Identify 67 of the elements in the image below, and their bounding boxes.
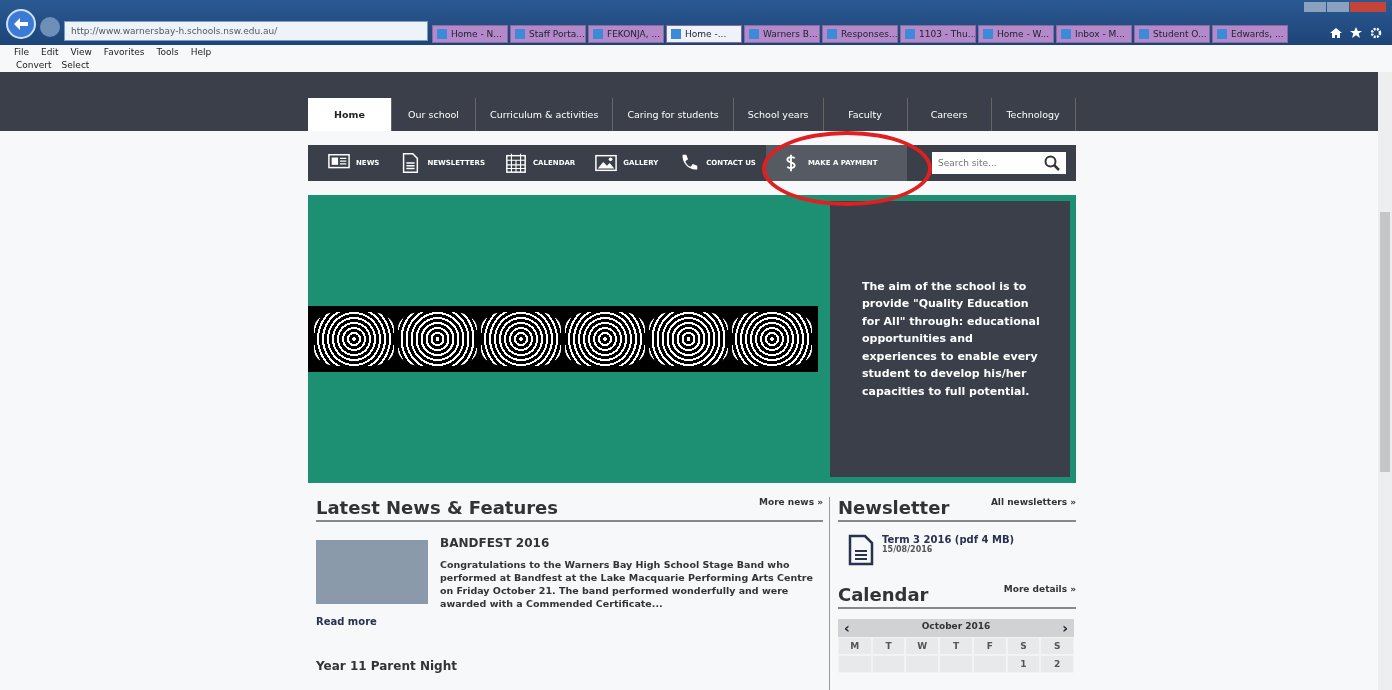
search-icon[interactable] [1044, 155, 1060, 171]
nav-tab[interactable]: Faculty [823, 98, 908, 131]
more-details-link[interactable]: More details » [1003, 584, 1076, 594]
browser-tab[interactable]: Student O... [1134, 25, 1210, 43]
weekday-label: S [1006, 637, 1041, 655]
section-title: Newsletter [838, 497, 950, 518]
forward-button[interactable] [40, 17, 60, 37]
nav-tab[interactable]: Curriculum & activities [476, 98, 614, 131]
browser-tab[interactable]: Home -... [666, 25, 742, 43]
settings-icon[interactable] [1370, 27, 1382, 39]
calendar-day[interactable]: 1 [1006, 655, 1041, 673]
nav-tab[interactable]: Caring for students [613, 98, 734, 131]
section-title: Calendar [838, 584, 929, 605]
gallery-icon [595, 152, 618, 174]
menu-item[interactable]: Help [190, 46, 212, 57]
news-title: Year 11 Parent Night [316, 659, 458, 673]
browser-tab[interactable]: Edwards, ... [1212, 25, 1288, 43]
browser-tab[interactable]: Warners B... [744, 25, 820, 43]
browser-tab[interactable]: FEKONJA, ... [588, 25, 664, 43]
newsletter-link[interactable]: Term 3 2016 (pdf 4 MB) [882, 534, 1015, 545]
scrollbar[interactable] [1378, 72, 1392, 690]
nav-tab[interactable]: Careers [907, 98, 992, 131]
window-controls[interactable] [1304, 2, 1386, 12]
browser-tab[interactable]: Home - W... [978, 25, 1054, 43]
document-icon [848, 534, 874, 566]
weekday-label: M [838, 637, 872, 655]
news-title: BANDFEST 2016 [440, 536, 551, 550]
nav-tab[interactable]: Technology [991, 98, 1076, 131]
browser-tab[interactable]: Inbox - M... [1056, 25, 1132, 43]
calendar-day[interactable]: 2 [1040, 655, 1074, 673]
weekday-label: T [871, 637, 906, 655]
next-month-button[interactable]: › [1062, 621, 1068, 635]
back-arrow-icon [14, 18, 28, 30]
menu-item[interactable]: View [70, 46, 92, 57]
search-field[interactable]: Search site... [932, 152, 1066, 174]
command-button[interactable]: Convert [16, 60, 52, 70]
month-label: October 2016 [921, 621, 991, 633]
weekday-label: S [1040, 637, 1074, 655]
previous-month-button[interactable]: ‹ [844, 621, 850, 635]
newsletter-date: 15/08/2016 [882, 545, 934, 554]
calendar-icon [505, 152, 527, 174]
weekday-label: F [972, 637, 1007, 655]
back-button[interactable] [6, 9, 36, 39]
menu-item[interactable]: Edit [41, 46, 59, 57]
menu-item[interactable]: Tools [156, 46, 179, 57]
home-icon[interactable] [1330, 27, 1342, 39]
nav-tab[interactable]: Our school [392, 98, 476, 131]
section-title: Latest News & Features [316, 497, 558, 518]
star-icon[interactable] [1350, 27, 1362, 39]
all-newsletters-link[interactable]: All newsletters » [990, 497, 1076, 507]
read-more-link[interactable]: Read more [316, 616, 377, 627]
browser-tab[interactable]: Staff Porta... [510, 25, 586, 43]
menu-item[interactable]: Favorites [103, 46, 145, 57]
nav-tab[interactable]: Home [308, 98, 392, 131]
weekday-label: T [939, 637, 973, 655]
news-summary: Congratulations to the Warners Bay High School Stage Band who performed at Bandfest at the Lake Macquarie Performing Arts Centre on Friday October 21. The band performed wonderfully and were awarded with a Commended Certificate... [440, 558, 814, 610]
browser-tab[interactable]: Responses... [822, 25, 898, 43]
browser-tab[interactable]: Home - N... [432, 25, 508, 43]
more-news-link[interactable]: More news » [759, 497, 823, 507]
browser-tab[interactable]: 1103 - Thu... [900, 25, 976, 43]
url-text: http://www.warnersbay-h.schools.nsw.edu.au/ [71, 26, 278, 36]
menu-item[interactable]: File [14, 46, 30, 57]
weekday-label: W [905, 637, 940, 655]
address-bar[interactable]: http://www.warnersbay-h.schools.nsw.edu.au/ [64, 21, 428, 41]
command-button[interactable]: Select [61, 60, 90, 70]
aim-text: The aim of the school is to provide "Quality Education for All" through: educational opportunities and experiences to enable every student to develop his/her capacities to full potential. [862, 278, 1040, 400]
nav-tab[interactable]: School years [733, 98, 824, 131]
